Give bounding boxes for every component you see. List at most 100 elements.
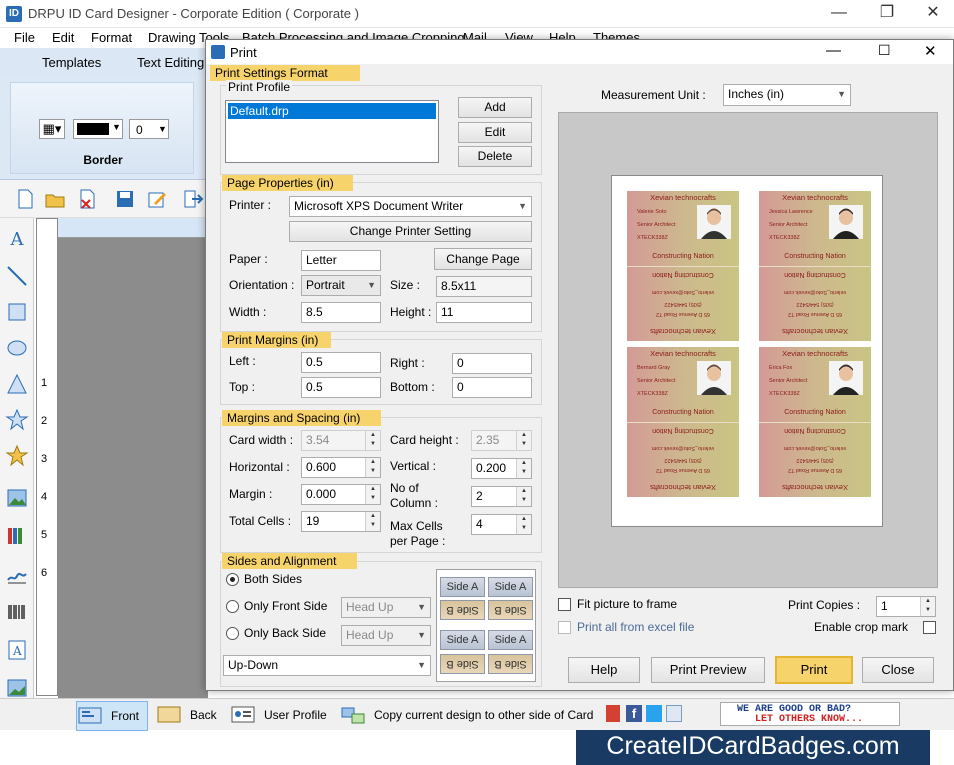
spinner-icon[interactable]: ▲ ▼ xyxy=(920,597,935,616)
spinner-icon[interactable]: ▲ ▼ xyxy=(365,458,380,477)
print-preview-button[interactable]: Print Preview xyxy=(651,657,765,683)
border-color-dropdown[interactable]: ▼ xyxy=(73,119,123,139)
card-back-footer: Constructing Nation xyxy=(652,271,714,278)
horizontal-spacing-field[interactable]: 0.600 ▲ ▼ xyxy=(301,457,381,478)
top-margin-field[interactable]: 0.5 xyxy=(301,377,381,398)
spinner-icon[interactable]: ▲ ▼ xyxy=(516,487,531,506)
dialog-close-icon[interactable]: ✕ xyxy=(924,42,937,60)
minimize-icon[interactable]: — xyxy=(816,0,862,28)
ribbon-tabs: Templates Text Editing xyxy=(0,48,210,76)
id-card-thumbnail: Xevian technocrafts Jessica Lawrence Senio… xyxy=(759,191,871,341)
spinner-icon[interactable]: ▲ ▼ xyxy=(516,515,531,534)
list-item[interactable]: Default.drp xyxy=(228,103,436,119)
card-height-value: 2.35 xyxy=(476,433,500,447)
image-tool-icon[interactable] xyxy=(5,486,29,510)
vertical-spacing-field[interactable]: 0.200 ▲ ▼ xyxy=(471,458,532,479)
spinner-icon[interactable]: ▲ ▼ xyxy=(365,512,380,531)
picture-frame-tool-icon[interactable] xyxy=(5,676,29,700)
delete-profile-button[interactable]: Delete xyxy=(458,146,532,167)
front-button[interactable]: Front xyxy=(76,701,148,731)
side-b-cell: Side B xyxy=(488,654,533,674)
printer-select[interactable]: Microsoft XPS Document Writer ▼ xyxy=(289,196,532,217)
edit-profile-button[interactable]: Edit xyxy=(458,122,532,143)
menu-edit[interactable]: Edit xyxy=(52,30,74,45)
card-photo xyxy=(697,361,731,395)
close-icon[interactable]: ✕ xyxy=(910,0,954,28)
print-copies-field[interactable]: 1 ▲ ▼ xyxy=(876,596,936,617)
facebook-icon[interactable]: f xyxy=(626,705,642,722)
width-field[interactable]: 8.5 xyxy=(301,302,381,323)
twitter-icon[interactable] xyxy=(646,705,662,722)
signature-tool-icon[interactable] xyxy=(5,562,29,586)
spinner-icon[interactable]: ▲ ▼ xyxy=(516,459,531,478)
total-cells-field[interactable]: 19 ▲ ▼ xyxy=(301,511,381,532)
help-button[interactable]: Help xyxy=(568,657,640,683)
height-field[interactable]: 11 xyxy=(436,302,532,323)
copy-design-button[interactable]: Copy current design to other side of Car… xyxy=(340,701,596,729)
save-icon[interactable] xyxy=(114,188,136,210)
watermark-tool-icon[interactable]: A xyxy=(5,638,29,662)
only-front-side-radio[interactable] xyxy=(226,600,239,613)
open-icon[interactable] xyxy=(44,188,66,210)
edit-icon[interactable] xyxy=(146,188,168,210)
star-tool-icon[interactable] xyxy=(5,408,29,432)
line-tool-icon[interactable] xyxy=(5,264,29,288)
columns-field[interactable]: 2 ▲ ▼ xyxy=(471,486,532,507)
google-plus-icon[interactable] xyxy=(606,705,620,722)
card-back-footer: Constructing Nation xyxy=(784,427,846,434)
only-back-side-radio[interactable] xyxy=(226,627,239,640)
menu-file[interactable]: File xyxy=(14,30,35,45)
front-head-up-select: Head Up ▼ xyxy=(341,597,431,618)
orientation-select[interactable]: Portrait ▼ xyxy=(301,275,381,296)
user-profile-button[interactable]: User Profile xyxy=(230,701,330,729)
menu-format[interactable]: Format xyxy=(91,30,132,45)
max-cells-field[interactable]: 4 ▲ ▼ xyxy=(471,514,532,535)
card-company: Xevian technocrafts xyxy=(782,193,848,202)
ellipse-tool-icon[interactable] xyxy=(5,336,29,360)
bottom-margin-label: Bottom : xyxy=(390,380,435,394)
fit-picture-checkbox[interactable] xyxy=(558,598,571,611)
dialog-minimize-icon[interactable]: — xyxy=(826,42,841,59)
tab-text-editing[interactable]: Text Editing xyxy=(137,55,204,70)
change-page-button[interactable]: Change Page xyxy=(434,248,532,270)
text-tool-icon[interactable]: A xyxy=(5,228,29,252)
border-style-dropdown[interactable]: ▦▾ xyxy=(39,119,65,139)
triangle-tool-icon[interactable] xyxy=(5,372,29,396)
print-profile-list[interactable]: Default.drp xyxy=(225,100,439,163)
margin-field[interactable]: 0.000 ▲ ▼ xyxy=(301,484,381,505)
barcode-tool-icon[interactable] xyxy=(5,600,29,624)
share-icon[interactable] xyxy=(666,705,682,722)
measurement-unit-select[interactable]: Inches (in) ▼ xyxy=(723,84,851,106)
back-button[interactable]: Back xyxy=(156,701,222,729)
right-margin-field[interactable]: 0 xyxy=(452,353,532,374)
export-icon[interactable] xyxy=(182,188,204,210)
card-footer: Constructing Nation xyxy=(784,409,846,416)
library-tool-icon[interactable] xyxy=(5,524,29,548)
close-button[interactable]: Close xyxy=(862,657,934,683)
print-button[interactable]: Print xyxy=(775,656,853,684)
bottom-margin-field[interactable]: 0 xyxy=(452,377,532,398)
top-margin-label: Top : xyxy=(229,380,256,394)
paper-field[interactable]: Letter xyxy=(301,250,381,271)
dialog-maximize-icon[interactable]: ☐ xyxy=(878,42,891,59)
print-preview-area: Xevian technocrafts Valerie Soto Senior Ar… xyxy=(558,112,938,588)
left-margin-field[interactable]: 0.5 xyxy=(301,352,381,373)
card-footer: Constructing Nation xyxy=(652,409,714,416)
close-file-icon[interactable] xyxy=(76,188,98,210)
symbol-tool-icon[interactable] xyxy=(5,444,29,468)
design-canvas[interactable] xyxy=(58,238,208,698)
add-profile-button[interactable]: Add xyxy=(458,97,532,118)
width-label: Width : xyxy=(229,305,267,319)
tab-templates[interactable]: Templates xyxy=(42,55,101,70)
spinner-icon[interactable]: ▲ ▼ xyxy=(365,485,380,504)
new-icon[interactable] xyxy=(14,188,36,210)
columns-label-line-1: No of xyxy=(390,481,419,495)
card-order-select[interactable]: Up-Down ▼ xyxy=(223,655,431,676)
restore-icon[interactable]: ❐ xyxy=(864,0,910,28)
enable-crop-mark-checkbox[interactable] xyxy=(923,621,936,634)
change-printer-setting-button[interactable]: Change Printer Setting xyxy=(289,221,532,242)
both-sides-radio[interactable] xyxy=(226,573,239,586)
feedback-banner[interactable]: WE ARE GOOD OR BAD? LET OTHERS KNOW... xyxy=(720,702,900,726)
rectangle-tool-icon[interactable] xyxy=(5,300,29,324)
border-width-dropdown[interactable]: 0 ▼ xyxy=(129,119,169,139)
